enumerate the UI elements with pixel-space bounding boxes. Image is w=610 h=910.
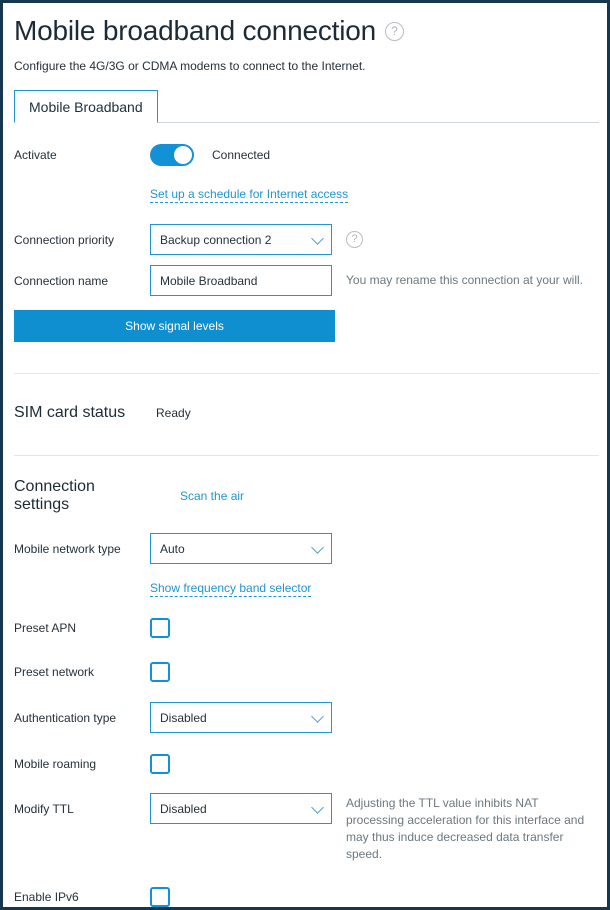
activate-label: Activate <box>14 148 57 162</box>
page-content: Mobile broadband connection ? Configure … <box>3 3 607 907</box>
preset-network-checkbox[interactable] <box>150 662 170 682</box>
schedule-link-row: Set up a schedule for Internet access <box>11 183 599 207</box>
app-window: Mobile broadband connection ? Configure … <box>0 0 610 910</box>
enable-ipv6-checkbox[interactable] <box>150 887 170 907</box>
sim-card-status-title: SIM card status <box>14 404 126 421</box>
activate-row: Activate Connected <box>11 143 599 167</box>
separator-1 <box>14 373 599 374</box>
connection-settings-title: Connection settings <box>14 478 95 513</box>
connection-priority-select[interactable]: Backup connection 2 <box>150 224 332 255</box>
toggle-knob <box>174 146 192 164</box>
enable-ipv6-label: Enable IPv6 <box>14 890 79 904</box>
authentication-type-value: Disabled <box>160 710 207 725</box>
mobile-roaming-label: Mobile roaming <box>14 757 97 771</box>
connection-name-hint: You may rename this connection at your w… <box>346 273 584 287</box>
preset-apn-checkbox[interactable] <box>150 618 170 638</box>
preset-apn-row: Preset APN <box>11 616 599 640</box>
modify-ttl-select[interactable]: Disabled <box>150 793 332 824</box>
connection-name-input[interactable]: Mobile Broadband <box>150 265 332 296</box>
preset-network-row: Preset network <box>11 660 599 684</box>
setup-schedule-link[interactable]: Set up a schedule for Internet access <box>150 187 349 203</box>
page-description: Configure the 4G/3G or CDMA modems to co… <box>14 59 366 73</box>
modify-ttl-row: Modify TTL Disabled Adjusting the TTL va… <box>11 793 599 863</box>
preset-apn-label: Preset APN <box>14 621 77 635</box>
enable-ipv6-row: Enable IPv6 <box>11 885 599 907</box>
chevron-down-icon <box>311 231 324 245</box>
connection-name-label: Connection name <box>14 273 109 288</box>
connection-priority-value: Backup connection 2 <box>160 232 272 247</box>
authentication-type-select[interactable]: Disabled <box>150 702 332 733</box>
modify-ttl-hint: Adjusting the TTL value inhibits NAT pro… <box>346 796 585 861</box>
scan-the-air-link[interactable]: Scan the air <box>150 489 244 503</box>
mobile-roaming-checkbox[interactable] <box>150 754 170 774</box>
mobile-network-type-value: Auto <box>160 541 185 556</box>
authentication-type-row: Authentication type Disabled <box>11 702 599 733</box>
modify-ttl-label: Modify TTL <box>14 802 74 816</box>
chevron-down-icon <box>311 540 324 554</box>
frequency-band-link-row: Show frequency band selector <box>11 577 599 601</box>
connection-name-row: Connection name Mobile Broadband You may… <box>11 265 599 296</box>
chevron-down-icon <box>311 709 324 723</box>
mobile-network-type-row: Mobile network type Auto <box>11 533 599 564</box>
connection-priority-help-icon[interactable]: ? <box>346 231 363 248</box>
separator-2 <box>14 455 599 456</box>
authentication-type-label: Authentication type <box>14 710 117 725</box>
tab-bar: Mobile Broadband <box>14 90 599 123</box>
sim-card-status-row: SIM card status Ready <box>11 401 599 425</box>
mobile-network-type-label: Mobile network type <box>14 541 121 556</box>
connection-priority-row: Connection priority Backup connection 2 … <box>11 224 599 255</box>
connection-settings-heading-row: Connection settings Scan the air <box>11 478 599 514</box>
sim-card-status-value: Ready <box>156 406 191 420</box>
preset-network-label: Preset network <box>14 665 95 679</box>
mobile-network-type-select[interactable]: Auto <box>150 533 332 564</box>
connection-status-text: Connected <box>212 148 271 162</box>
mobile-roaming-row: Mobile roaming <box>11 752 599 776</box>
help-circle-icon[interactable]: ? <box>384 21 404 41</box>
show-frequency-band-selector-link[interactable]: Show frequency band selector <box>150 581 312 597</box>
page-title: Mobile broadband connection <box>14 15 376 46</box>
chevron-down-icon <box>311 800 324 814</box>
modify-ttl-value: Disabled <box>160 801 207 816</box>
activate-toggle[interactable] <box>150 144 194 166</box>
show-signal-levels-button[interactable]: Show signal levels <box>14 310 335 342</box>
page-header: Mobile broadband connection ? <box>11 3 599 48</box>
connection-priority-label: Connection priority <box>14 232 115 247</box>
tab-mobile-broadband[interactable]: Mobile Broadband <box>14 90 158 123</box>
